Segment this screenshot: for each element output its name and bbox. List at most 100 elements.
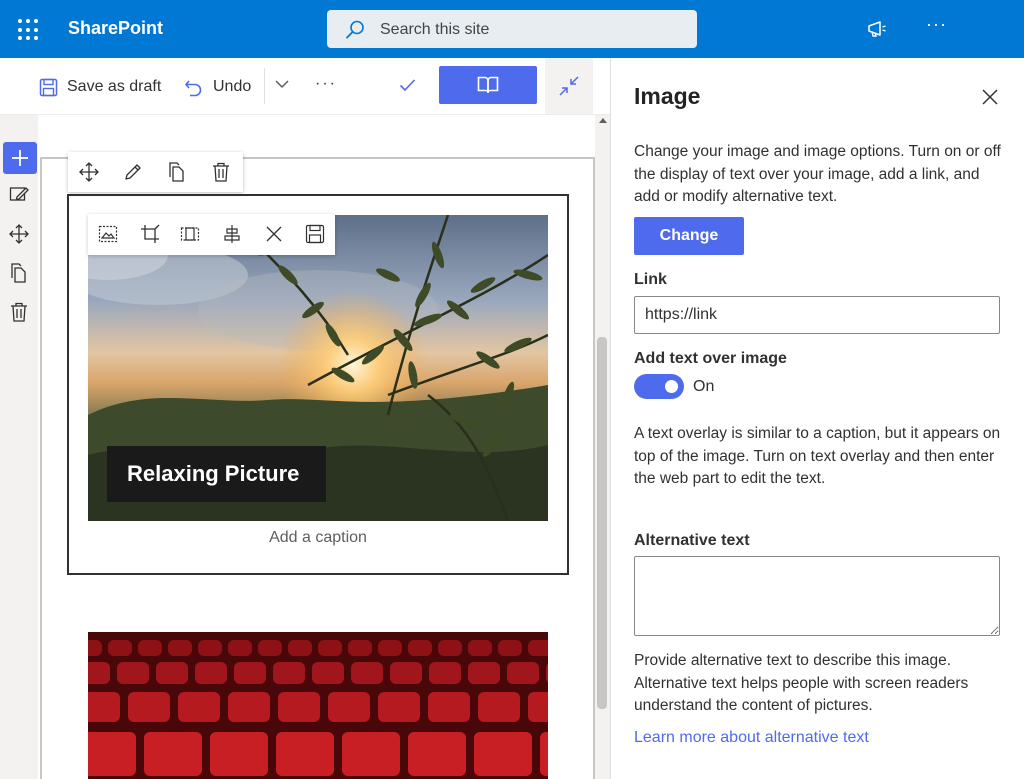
pane-description: Change your image and image options. Tur… [634, 143, 1001, 205]
edit-section-icon[interactable] [9, 184, 29, 204]
theater-seat [178, 692, 220, 722]
change-image-button[interactable]: Change [634, 217, 744, 255]
close-icon[interactable] [982, 89, 998, 105]
text-overlay[interactable]: Relaxing Picture [107, 446, 326, 502]
image-toolbar [88, 214, 335, 255]
scroll-thumb[interactable] [597, 337, 607, 709]
move-section-icon[interactable] [9, 224, 29, 244]
duplicate-section-icon[interactable] [9, 263, 29, 283]
theater-seat [474, 732, 532, 776]
alt-text-help: Provide alternative text to describe thi… [634, 652, 969, 714]
theater-seat [528, 692, 548, 722]
collapse-pane-button[interactable] [545, 58, 593, 114]
theater-seat [342, 732, 400, 776]
undo-button[interactable]: Undo [184, 74, 251, 100]
theater-seat [195, 662, 227, 684]
alt-text-input[interactable] [634, 556, 1000, 636]
save-as-draft-button[interactable]: Save as draft [39, 74, 161, 100]
crop-icon[interactable] [140, 224, 160, 249]
theater-seat [88, 640, 102, 656]
theater-seat [429, 662, 461, 684]
delete-section-icon[interactable] [9, 302, 29, 322]
save-image-icon[interactable] [305, 224, 325, 249]
theater-seat [468, 640, 492, 656]
image-preview-2[interactable] [88, 632, 548, 779]
undo-icon [185, 79, 202, 96]
link-label: Link [634, 271, 667, 288]
theater-seat [198, 640, 222, 656]
search-icon [346, 20, 364, 39]
theater-seat [318, 640, 342, 656]
theater-seat [144, 732, 202, 776]
command-separator [264, 68, 265, 104]
more-icon[interactable]: ··· [926, 14, 947, 35]
theater-seat [156, 662, 188, 684]
save-icon [39, 78, 58, 96]
megaphone-icon[interactable] [866, 19, 888, 39]
theater-seat [228, 692, 270, 722]
duplicate-webpart-icon[interactable] [167, 162, 187, 187]
aspect-ratio-icon[interactable] [180, 224, 200, 249]
theater-seat [210, 732, 268, 776]
theater-seat [138, 640, 162, 656]
check-icon[interactable] [399, 78, 416, 92]
app-title[interactable]: SharePoint [68, 18, 163, 39]
theater-seats-picture [88, 632, 548, 779]
search-placeholder: Search this site [380, 21, 490, 38]
theater-seat [428, 692, 470, 722]
theater-seat [378, 692, 420, 722]
theater-seat [234, 662, 266, 684]
pane-title: Image [634, 83, 701, 109]
theater-seat [278, 692, 320, 722]
theater-seat [273, 662, 305, 684]
text-overlay-help: A text overlay is similar to a caption, … [634, 425, 1001, 487]
webpart-toolbar [68, 152, 243, 192]
image-size-icon[interactable] [98, 224, 118, 249]
undo-label: Undo [213, 78, 252, 95]
theater-seat [351, 662, 383, 684]
theater-seat [88, 692, 120, 722]
link-input[interactable] [634, 296, 1000, 334]
theater-seat [276, 732, 334, 776]
theater-seat [468, 662, 500, 684]
align-icon[interactable] [222, 224, 242, 249]
image-caption[interactable]: Add a caption [88, 529, 548, 547]
theater-seat [258, 640, 282, 656]
add-section-button[interactable] [3, 142, 37, 174]
toggle-state-label: On [693, 378, 715, 395]
section-toolbox [0, 115, 38, 779]
plus-icon [12, 150, 28, 166]
scroll-up-arrow[interactable] [599, 118, 607, 123]
theater-seat [378, 640, 402, 656]
edit-webpart-icon[interactable] [123, 162, 143, 187]
theater-seat [88, 732, 136, 776]
theater-seat [228, 640, 252, 656]
text-overlay-label: Add text over image [634, 350, 787, 367]
chevron-down-icon[interactable] [274, 78, 290, 90]
waffle-icon[interactable] [18, 19, 40, 41]
theater-seat [507, 662, 539, 684]
theater-seat [128, 692, 170, 722]
theater-seat [528, 640, 548, 656]
theater-seat [288, 640, 312, 656]
theater-seat [312, 662, 344, 684]
publish-book-button[interactable] [439, 66, 537, 104]
save-as-draft-label: Save as draft [67, 78, 162, 95]
theater-seat [348, 640, 372, 656]
move-webpart-icon[interactable] [79, 162, 99, 187]
delete-webpart-icon[interactable] [211, 162, 231, 187]
theater-seat [390, 662, 422, 684]
theater-seat [498, 640, 522, 656]
more-commands-button[interactable]: ··· [315, 75, 337, 93]
search-box[interactable]: Search this site [327, 10, 697, 48]
theater-seat [540, 732, 548, 776]
text-overlay-toggle[interactable] [634, 374, 684, 399]
theater-seat [478, 692, 520, 722]
collapse-icon [559, 76, 579, 96]
theater-seat [408, 640, 432, 656]
book-icon [477, 76, 499, 94]
alt-text-label: Alternative text [634, 532, 750, 549]
theater-seat [168, 640, 192, 656]
reset-image-icon[interactable] [264, 224, 284, 249]
learn-more-link[interactable]: Learn more about alternative text [634, 729, 869, 747]
